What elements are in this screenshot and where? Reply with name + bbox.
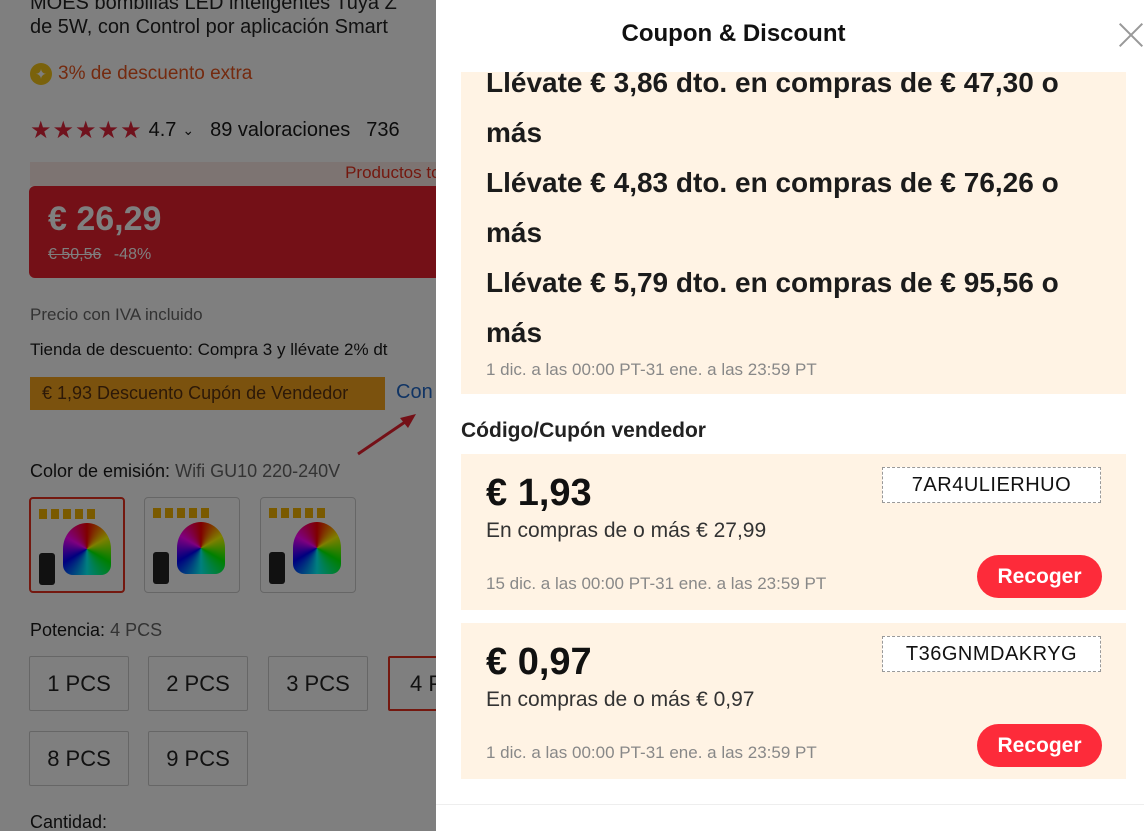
store-tier-1-line-1: Llévate € 3,86 dto. en compras de € 47,3… (486, 67, 1059, 98)
close-icon[interactable] (1118, 22, 1144, 48)
voucher-minimum: En compras de o más € 27,99 (486, 519, 767, 542)
drawer-title: Coupon & Discount (621, 20, 846, 47)
coupon-drawer: Coupon & Discount Llévate € 3,86 dto. en… (436, 0, 1144, 831)
seller-coupon-section-label: Código/Cupón vendedor (461, 419, 706, 442)
voucher-card-2: € 0,97 En compras de o más € 0,97 1 dic.… (461, 623, 1126, 779)
collect-button[interactable]: Recoger (977, 724, 1102, 767)
voucher-amount: € 1,93 (486, 472, 592, 514)
collect-button[interactable]: Recoger (977, 555, 1102, 598)
voucher-card-1: € 1,93 En compras de o más € 27,99 15 di… (461, 454, 1126, 610)
voucher-code[interactable]: T36GNMDAKRYG (882, 636, 1101, 672)
voucher-validity: 15 dic. a las 00:00 PT-31 ene. a las 23:… (486, 574, 827, 593)
store-tier-2-line-2: más (486, 217, 543, 248)
store-tier-2-line-1: Llévate € 4,83 dto. en compras de € 76,2… (486, 167, 1059, 198)
store-discount-card: Llévate € 3,86 dto. en compras de € 47,3… (461, 67, 1126, 394)
voucher-code[interactable]: 7AR4ULIERHUO (882, 467, 1101, 503)
voucher-validity: 1 dic. a las 00:00 PT-31 ene. a las 23:5… (486, 743, 817, 762)
store-tier-3-line-2: más (486, 317, 543, 348)
store-tier-1-line-2: más (486, 117, 543, 148)
store-tiers-date: 1 dic. a las 00:00 PT-31 ene. a las 23:5… (486, 360, 817, 379)
store-tier-3-line-1: Llévate € 5,79 dto. en compras de € 95,5… (486, 267, 1059, 298)
voucher-minimum: En compras de o más € 0,97 (486, 688, 755, 711)
footer-divider (436, 804, 1144, 805)
voucher-amount: € 0,97 (486, 641, 592, 683)
